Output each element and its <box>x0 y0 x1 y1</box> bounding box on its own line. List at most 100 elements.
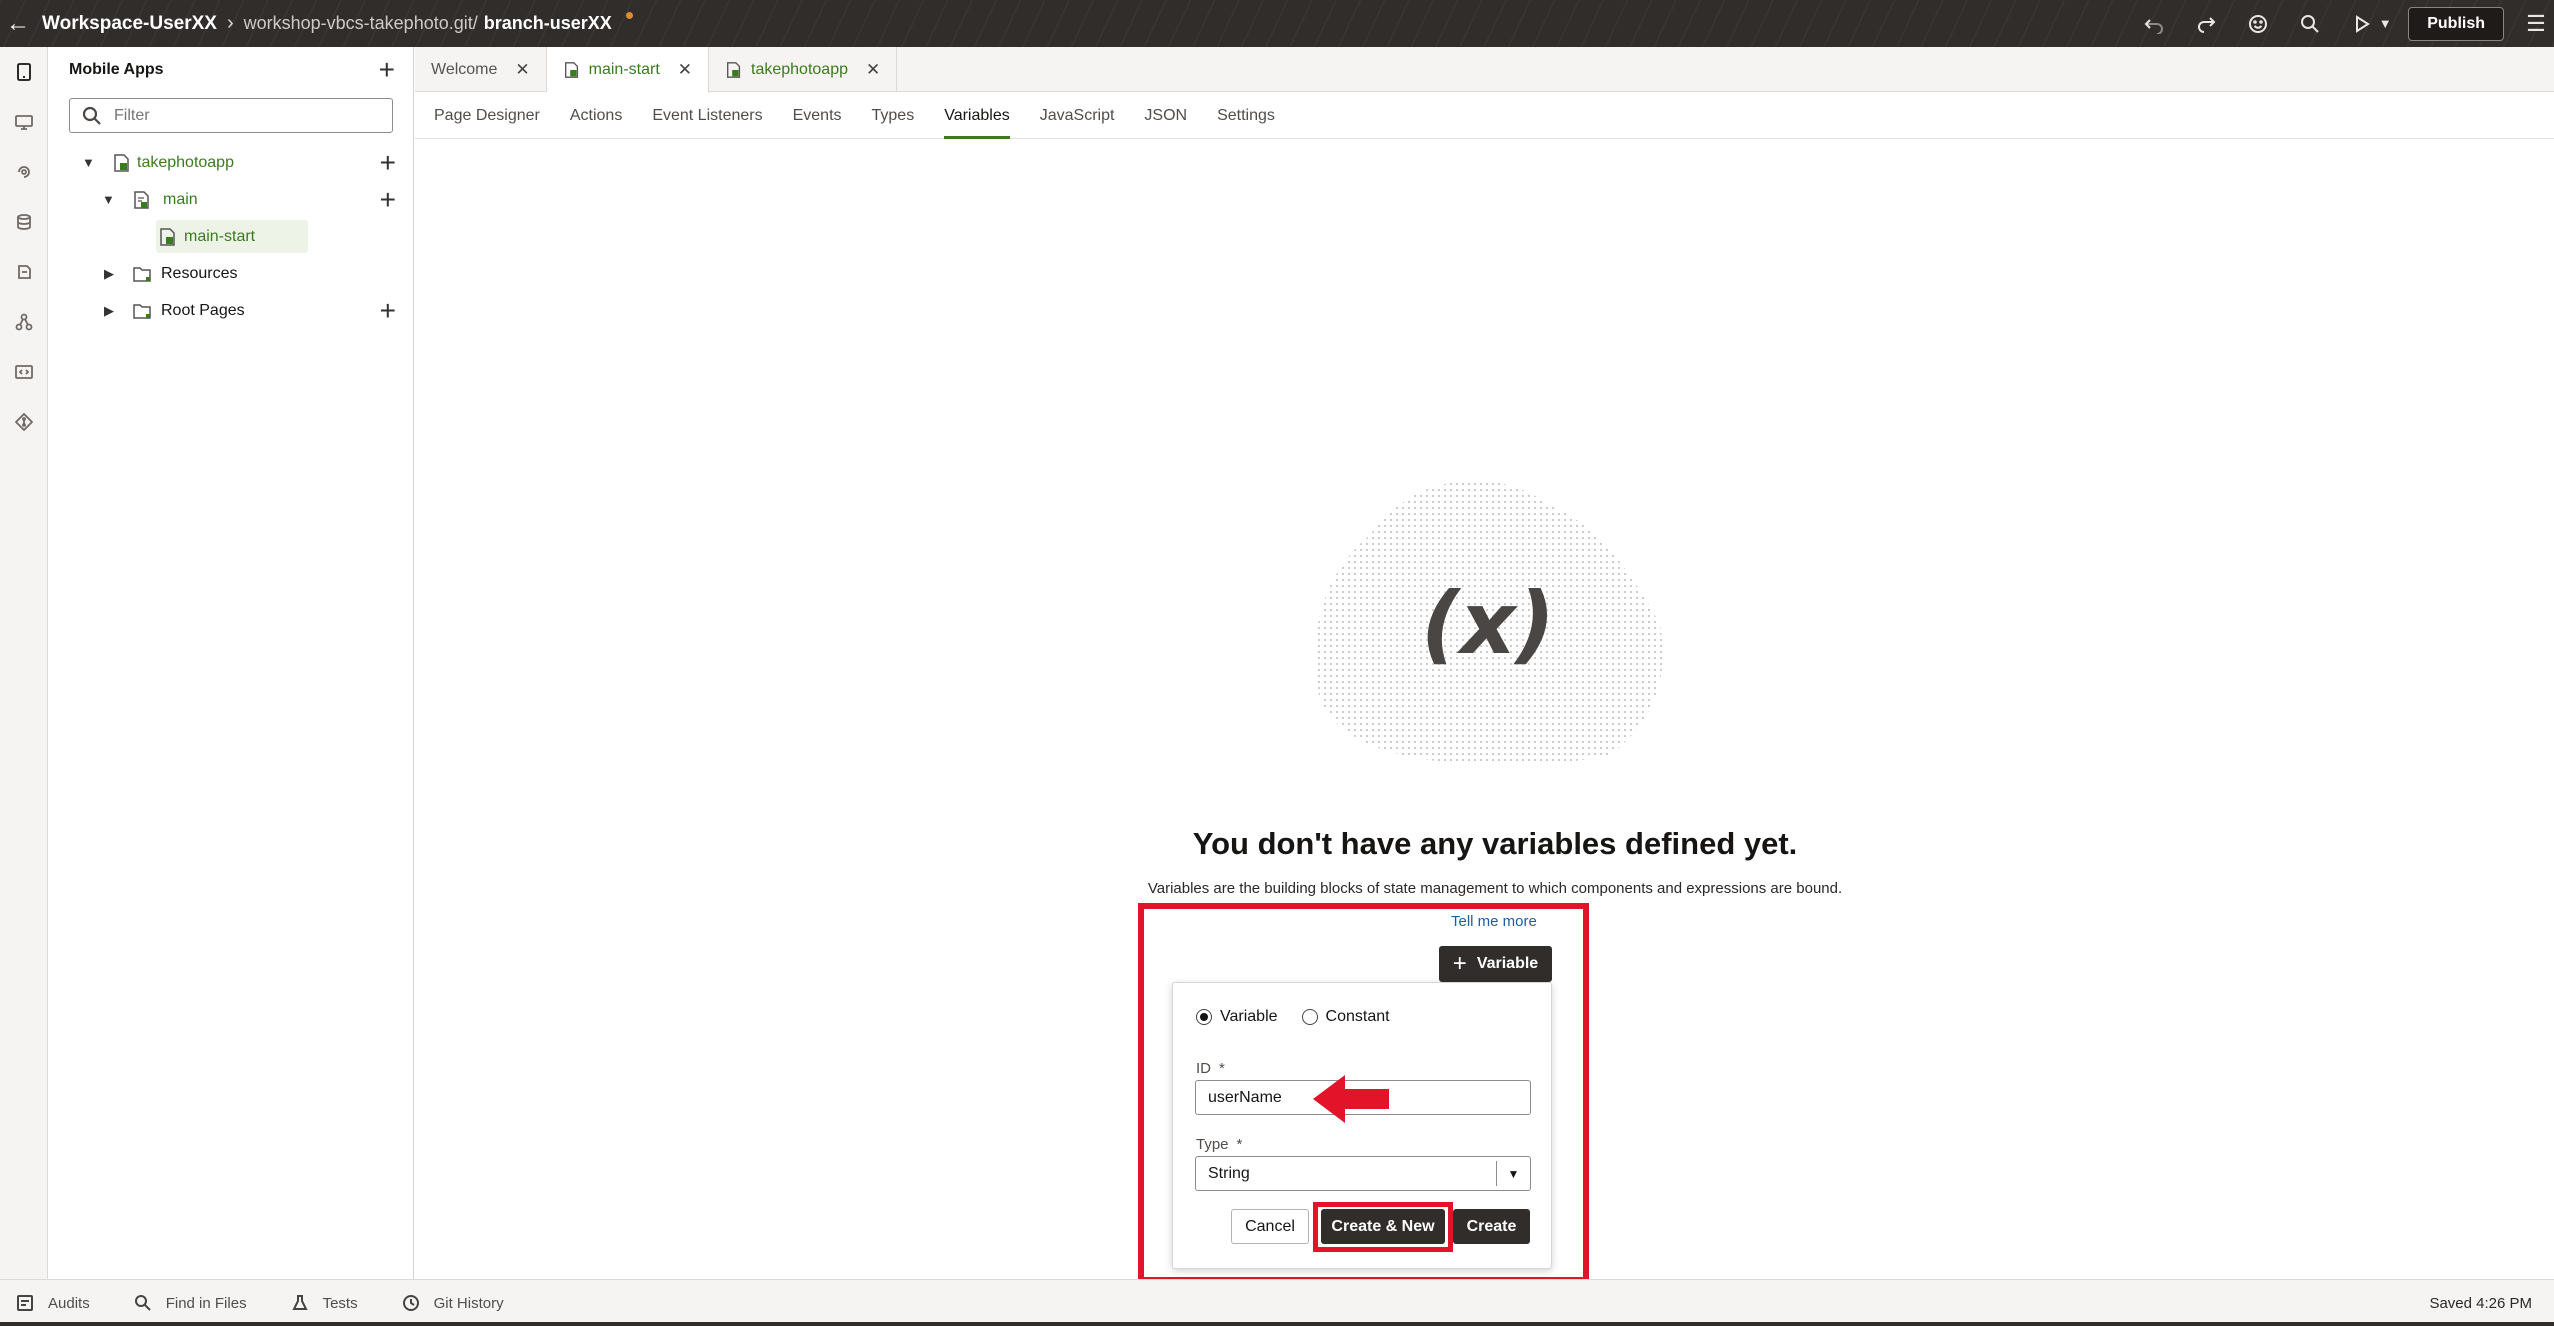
audits-icon <box>17 1295 33 1311</box>
navigator-header: Mobile Apps + <box>48 47 413 93</box>
plus-icon: + <box>1452 950 1467 977</box>
git-history-button[interactable]: Git History <box>402 1294 504 1312</box>
subtab-settings[interactable]: Settings <box>1217 93 1275 139</box>
git-history-label: Git History <box>433 1294 504 1312</box>
illustration-text: (x) <box>1421 574 1555 674</box>
flow-icon <box>134 190 149 209</box>
flask-icon <box>291 1295 308 1310</box>
window-bottom-edge <box>0 1322 2554 1326</box>
git-icon[interactable] <box>0 397 48 447</box>
close-icon[interactable]: ✕ <box>515 60 529 80</box>
type-label-row: Type * <box>1196 1136 1242 1153</box>
radio-unchecked-icon[interactable] <box>1301 1009 1318 1025</box>
audits-button[interactable]: Audits <box>16 1294 90 1312</box>
services-icon[interactable] <box>0 147 48 197</box>
tab-label: main-start <box>588 61 660 78</box>
subtab-javascript[interactable]: JavaScript <box>1040 93 1115 139</box>
tree-item-root-pages[interactable]: ▶ Root Pages + <box>48 292 414 329</box>
app-header: ← Workspace-UserXX › workshop-vbcs-takep… <box>0 0 2554 47</box>
tell-me-more-link[interactable]: Tell me more <box>1451 913 1537 930</box>
add-plus-icon[interactable]: + <box>380 296 396 324</box>
repo-name[interactable]: workshop-vbcs-takephoto.git/ <box>244 13 478 34</box>
add-app-plus-icon[interactable]: + <box>379 56 395 84</box>
add-plus-icon[interactable]: + <box>380 148 396 176</box>
caret-down-icon[interactable]: ▼ <box>102 192 115 207</box>
add-variable-label: Variable <box>1476 955 1539 972</box>
tree-item-label: main-start <box>184 227 256 245</box>
save-status: Saved 4:26 PM <box>2429 1294 2532 1312</box>
id-input-value: userName <box>1208 1088 1282 1106</box>
subtab-event-listeners[interactable]: Event Listeners <box>652 93 762 139</box>
activity-rail <box>0 47 48 1279</box>
subtab-page-designer[interactable]: Page Designer <box>434 93 540 139</box>
radio-constant[interactable]: Constant <box>1301 1008 1390 1026</box>
tests-label: Tests <box>322 1294 358 1312</box>
app-tree: ▼ takephotoapp + ▼ main + main-start ▶ R… <box>48 144 414 329</box>
undo-icon[interactable] <box>2128 0 2180 47</box>
audits-label: Audits <box>48 1294 90 1312</box>
tab-welcome[interactable]: Welcome ✕ <box>415 47 547 92</box>
radio-variable[interactable]: Variable <box>1196 1008 1278 1026</box>
subtab-variables[interactable]: Variables <box>944 93 1010 139</box>
type-label: Type <box>1196 1136 1229 1153</box>
run-options-chevron-down-icon[interactable]: ▼ <box>2374 0 2396 47</box>
type-select[interactable]: String ▼ <box>1195 1156 1531 1191</box>
subtab-events[interactable]: Events <box>793 93 842 139</box>
variables-illustration: (x) <box>1314 480 1663 765</box>
hamburger-menu-icon[interactable]: ☰ <box>2518 0 2554 47</box>
caret-right-icon[interactable]: ▶ <box>104 303 114 319</box>
web-apps-icon[interactable] <box>0 97 48 147</box>
folder-icon <box>133 303 151 319</box>
back-arrow-icon[interactable]: ← <box>0 0 36 47</box>
tree-item-label: Root Pages <box>161 301 245 319</box>
subtab-actions[interactable]: Actions <box>570 93 622 139</box>
tab-takephotoapp[interactable]: takephotoapp ✕ <box>709 47 898 92</box>
cancel-button[interactable]: Cancel <box>1231 1209 1309 1244</box>
subtab-types[interactable]: Types <box>872 93 915 139</box>
kind-radio-group: Variable Constant <box>1196 1008 1414 1026</box>
tree-item-main-start[interactable]: main-start <box>48 218 414 255</box>
close-icon[interactable]: ✕ <box>678 60 692 80</box>
find-in-files-button[interactable]: Find in Files <box>134 1294 247 1312</box>
radio-checked-icon[interactable] <box>1196 1009 1212 1025</box>
id-label: ID <box>1196 1060 1211 1077</box>
tab-label: takephotoapp <box>751 60 848 78</box>
search-icon[interactable] <box>2284 0 2336 47</box>
create-and-new-highlight-frame <box>1313 1202 1453 1252</box>
branch-name[interactable]: branch-userXX <box>484 13 612 34</box>
filter-box[interactable] <box>69 98 393 133</box>
tree-item-takephotoapp[interactable]: ▼ takephotoapp + <box>48 144 414 181</box>
feedback-smiley-icon[interactable] <box>2232 0 2284 47</box>
dropdown-chevron-icon[interactable]: ▼ <box>1496 1161 1530 1186</box>
caret-right-icon[interactable]: ▶ <box>104 266 114 282</box>
search-icon <box>134 1295 151 1311</box>
close-icon[interactable]: ✕ <box>866 60 880 80</box>
app-icon <box>727 61 741 78</box>
caret-down-icon[interactable]: ▼ <box>82 155 95 170</box>
subtab-json[interactable]: JSON <box>1144 93 1187 139</box>
chevron-right-icon: › <box>226 12 234 34</box>
required-asterisk: * <box>1219 1060 1225 1077</box>
workspace-name[interactable]: Workspace-UserXX <box>42 13 217 35</box>
tree-item-resources[interactable]: ▶ Resources <box>48 255 414 292</box>
filter-input[interactable] <box>114 106 374 125</box>
search-icon <box>82 106 101 125</box>
create-button[interactable]: Create <box>1453 1209 1530 1244</box>
source-code-icon[interactable] <box>0 347 48 397</box>
redo-icon[interactable] <box>2180 0 2232 47</box>
publish-button[interactable]: Publish <box>2408 6 2504 41</box>
tree-item-main[interactable]: ▼ main + <box>48 181 414 218</box>
components-icon[interactable] <box>0 247 48 297</box>
add-plus-icon[interactable]: + <box>380 185 396 213</box>
business-objects-icon[interactable] <box>0 197 48 247</box>
tree-item-label: main <box>163 190 198 208</box>
page-icon <box>564 62 578 78</box>
header-actions: ▼ Publish ☰ <box>2128 0 2554 47</box>
mobile-apps-icon[interactable] <box>0 47 48 97</box>
processes-icon[interactable] <box>0 297 48 347</box>
tab-main-start[interactable]: main-start ✕ <box>546 47 710 93</box>
tests-button[interactable]: Tests <box>291 1294 358 1312</box>
add-variable-button[interactable]: + Variable <box>1439 946 1552 982</box>
required-asterisk: * <box>1236 1136 1243 1153</box>
unsaved-changes-indicator <box>625 12 633 19</box>
